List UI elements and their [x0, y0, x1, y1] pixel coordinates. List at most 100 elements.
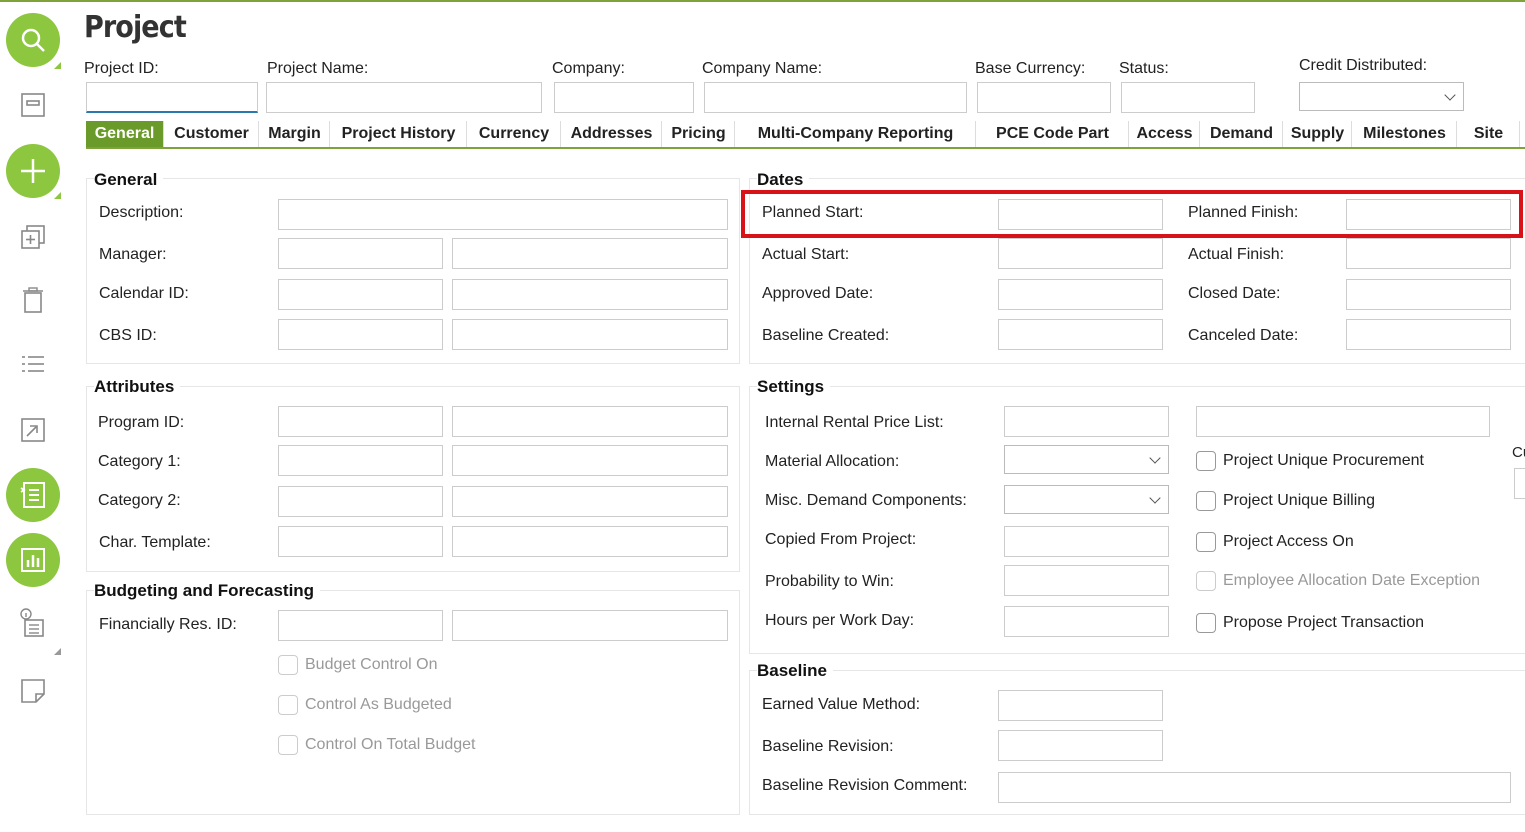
material-allocation-label: Material Allocation:	[765, 453, 900, 470]
earned-value-method-label: Earned Value Method:	[762, 696, 921, 713]
propose-project-transaction-checkbox[interactable]	[1196, 613, 1216, 633]
project-access-on-checkbox[interactable]	[1196, 532, 1216, 552]
internal-rental-price-list-label: Internal Rental Price List:	[765, 414, 944, 431]
internal-rental-price-list-desc-input[interactable]	[1196, 406, 1490, 437]
calendar-desc-input[interactable]	[452, 279, 728, 310]
description-label: Description:	[99, 204, 184, 221]
company-name-input[interactable]	[704, 82, 967, 113]
char-template-input[interactable]	[278, 526, 443, 557]
program-desc-input[interactable]	[452, 406, 728, 437]
cbs-desc-input[interactable]	[452, 319, 728, 350]
duplicate-icon[interactable]	[18, 222, 48, 252]
char-template-label: Char. Template:	[99, 534, 211, 551]
baseline-revision-comment-input[interactable]	[998, 772, 1511, 803]
closed-date-input[interactable]	[1346, 279, 1511, 310]
search-icon	[21, 28, 45, 52]
tab-addresses[interactable]: Addresses	[562, 121, 662, 147]
category1-desc-input[interactable]	[452, 445, 728, 476]
list-icon[interactable]	[18, 350, 48, 380]
info-list-icon[interactable]	[18, 608, 48, 638]
tab-multi-company-reporting[interactable]: Multi-Company Reporting	[736, 121, 976, 147]
general-title: General	[94, 170, 164, 190]
tab-customer[interactable]: Customer	[165, 121, 259, 147]
tab-access[interactable]: Access	[1130, 121, 1200, 147]
category1-input[interactable]	[278, 445, 443, 476]
search-button[interactable]	[6, 13, 60, 67]
tab-demand[interactable]: Demand	[1201, 121, 1283, 147]
actual-finish-input[interactable]	[1346, 238, 1511, 269]
project-unique-procurement-label: Project Unique Procurement	[1223, 452, 1424, 469]
tab-margin[interactable]: Margin	[260, 121, 330, 147]
closed-date-label: Closed Date:	[1188, 285, 1281, 302]
control-as-budgeted-checkbox[interactable]	[278, 695, 298, 715]
tab-pce-code-part[interactable]: PCE Code Part	[977, 121, 1129, 147]
char-template-desc-input[interactable]	[452, 526, 728, 557]
save-icon[interactable]	[18, 90, 48, 120]
project-id-input[interactable]	[86, 82, 258, 113]
chart-icon	[21, 548, 45, 572]
copied-from-project-input[interactable]	[1004, 526, 1169, 557]
tab-project-history[interactable]: Project History	[331, 121, 467, 147]
search-more-triangle[interactable]	[54, 62, 61, 69]
baseline-title: Baseline	[757, 661, 833, 681]
company-label: Company:	[552, 60, 625, 77]
canceled-date-input[interactable]	[1346, 319, 1511, 350]
tab-general[interactable]: General	[86, 121, 164, 147]
baseline-created-input[interactable]	[998, 319, 1163, 350]
project-unique-procurement-checkbox[interactable]	[1196, 451, 1216, 471]
misc-demand-components-select[interactable]	[1004, 485, 1169, 514]
program-id-input[interactable]	[278, 406, 443, 437]
base-currency-input[interactable]	[977, 82, 1111, 113]
manager-label: Manager:	[99, 246, 167, 263]
internal-rental-price-list-input[interactable]	[1004, 406, 1169, 437]
hours-per-work-day-input[interactable]	[1004, 606, 1169, 637]
financially-res-id-input[interactable]	[278, 610, 443, 641]
cbs-id-input[interactable]	[278, 319, 443, 350]
company-input[interactable]	[554, 82, 694, 113]
tab-supply[interactable]: Supply	[1284, 121, 1352, 147]
hours-per-work-day-label: Hours per Work Day:	[765, 612, 915, 629]
control-on-total-budget-checkbox[interactable]	[278, 735, 298, 755]
probability-to-win-input[interactable]	[1004, 565, 1169, 596]
credit-distributed-label: Credit Distributed:	[1299, 57, 1428, 74]
note-icon[interactable]	[18, 676, 48, 706]
program-id-label: Program ID:	[98, 414, 185, 431]
project-unique-billing-checkbox[interactable]	[1196, 491, 1216, 511]
earned-value-method-input[interactable]	[998, 690, 1163, 721]
cut-off-input[interactable]	[1514, 468, 1525, 499]
financially-res-name-input[interactable]	[452, 610, 728, 641]
tab-site[interactable]: Site	[1458, 121, 1520, 147]
category1-label: Category 1:	[98, 453, 181, 470]
baseline-revision-comment-label: Baseline Revision Comment:	[762, 777, 968, 794]
project-name-input[interactable]	[266, 82, 542, 113]
budget-control-on-checkbox[interactable]	[278, 655, 298, 675]
status-input[interactable]	[1121, 82, 1255, 113]
tab-currency[interactable]: Currency	[468, 121, 561, 147]
manager-id-input[interactable]	[278, 238, 443, 269]
delete-icon[interactable]	[18, 285, 48, 315]
page-title: Project	[84, 10, 187, 45]
tab-pricing[interactable]: Pricing	[663, 121, 735, 147]
actual-start-input[interactable]	[998, 238, 1163, 269]
credit-distributed-select[interactable]	[1299, 82, 1464, 111]
cut-off-label: Cu	[1512, 444, 1525, 461]
add-button[interactable]	[6, 144, 60, 198]
export-icon[interactable]	[18, 415, 48, 445]
calendar-id-input[interactable]	[278, 279, 443, 310]
baseline-revision-input[interactable]	[998, 730, 1163, 761]
settings-title: Settings	[757, 377, 831, 397]
category2-desc-input[interactable]	[452, 486, 728, 517]
approved-date-input[interactable]	[998, 279, 1163, 310]
chevron-down-icon	[1444, 89, 1456, 101]
tab-milestones[interactable]: Milestones	[1353, 121, 1457, 147]
add-more-triangle[interactable]	[54, 192, 61, 199]
category2-input[interactable]	[278, 486, 443, 517]
document-button[interactable]	[6, 468, 60, 522]
description-input[interactable]	[278, 199, 728, 230]
chevron-down-icon	[1149, 492, 1161, 504]
employee-allocation-date-exception-checkbox[interactable]	[1196, 571, 1216, 591]
analytics-button[interactable]	[6, 533, 60, 587]
manager-name-input[interactable]	[452, 238, 728, 269]
info-more-triangle[interactable]	[54, 648, 61, 655]
material-allocation-select[interactable]	[1004, 445, 1169, 474]
